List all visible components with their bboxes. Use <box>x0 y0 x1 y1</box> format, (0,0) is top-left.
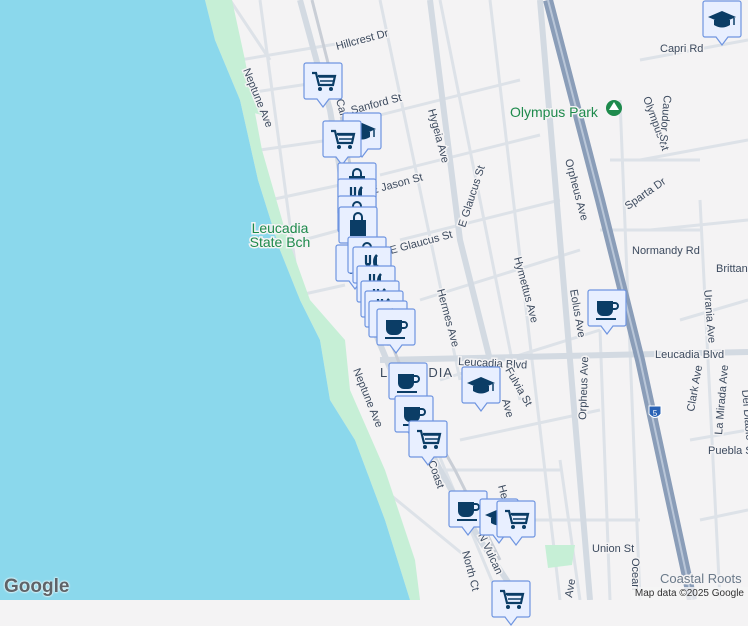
street-label: Union St <box>592 543 634 555</box>
street-label: Ocean <box>629 558 641 590</box>
place-label-leucadia-state-beach[interactable]: State Bch <box>248 233 312 252</box>
street-label: E Glaucus St <box>389 229 454 257</box>
park-icon <box>606 100 622 116</box>
place-label-coastal-roots[interactable]: Coastal Roots <box>659 570 744 588</box>
street-label: Sparta Dr <box>623 175 669 212</box>
street-label: Normandy Rd <box>632 245 700 257</box>
street-label: Ave <box>563 578 578 599</box>
pacific-ocean <box>0 0 410 600</box>
street-label: Hillcrest Dr <box>335 27 390 53</box>
street-label: Orpheus Ave <box>577 356 591 420</box>
street-label: Hermes Ave <box>434 288 461 349</box>
poi-marker-coffee[interactable] <box>587 289 627 335</box>
street-label: Clark Ave <box>685 364 705 412</box>
street-label: Puebla St <box>708 445 748 457</box>
poi-marker-shopping-cart[interactable] <box>303 62 343 108</box>
street-label: Orpheus Ave <box>562 158 590 222</box>
poi-marker-shopping-cart[interactable] <box>322 120 362 166</box>
google-logo[interactable]: Google <box>4 576 69 598</box>
poi-marker-shopping-cart[interactable] <box>491 580 531 626</box>
svg-text:5: 5 <box>653 409 658 418</box>
place-label-olympus-park[interactable]: Olympus Park <box>509 103 601 122</box>
street-label: Capri Rd <box>660 43 703 55</box>
street-label: E Jason St <box>370 172 424 197</box>
street-label: Brittan <box>716 263 748 275</box>
street-label: La Mirada Ave <box>713 364 731 435</box>
park-area <box>545 545 575 568</box>
map-canvas[interactable]: Hillcrest Dr Neptune Ave Neptune Ave San… <box>0 0 748 626</box>
street-label: Del Diablo <box>739 389 748 441</box>
street-label: North Ct <box>459 550 481 593</box>
poi-marker-education[interactable] <box>702 0 742 46</box>
poi-marker-shopping-cart[interactable] <box>408 420 448 466</box>
street-label: Leucadia Blvd <box>655 349 724 361</box>
map-attribution[interactable]: Map data ©2025 Google <box>630 587 748 600</box>
interstate-shield-icon: 5 <box>648 405 662 418</box>
poi-marker-coffee[interactable] <box>376 308 416 354</box>
street-label: Caudor St <box>657 95 673 145</box>
poi-marker-education[interactable] <box>461 366 501 412</box>
street-label: Urania Ave <box>701 289 718 343</box>
poi-marker-shopping-cart[interactable] <box>496 500 536 546</box>
street-label: Ave <box>499 398 515 419</box>
